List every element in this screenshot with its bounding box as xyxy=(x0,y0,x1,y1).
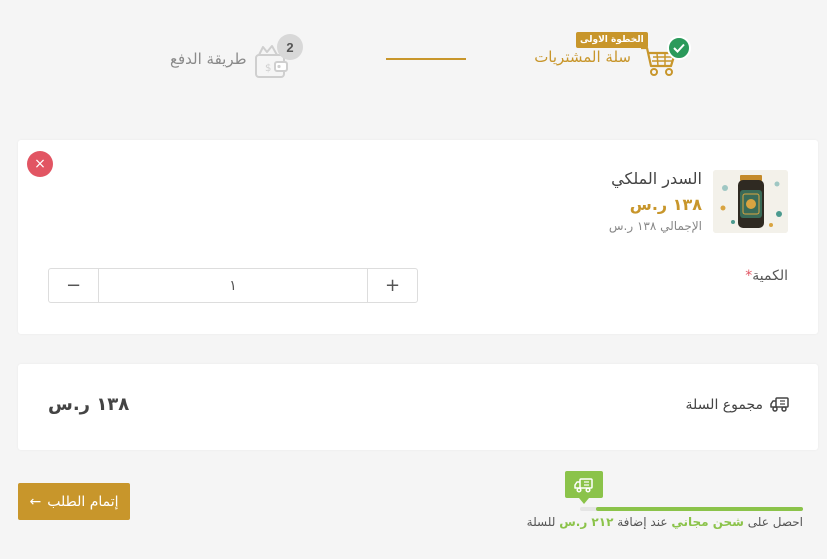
step-cart[interactable]: الخطوة الاولى سلة المشتريات xyxy=(534,30,694,85)
remove-item-button[interactable]: × xyxy=(27,151,53,177)
shipping-text-part1: احصل على xyxy=(747,515,803,529)
shipping-truck-icon xyxy=(770,397,789,412)
complete-order-button[interactable]: إتمام الطلب ← xyxy=(18,483,130,520)
step-connector xyxy=(386,58,466,60)
shipping-text-part3: للسلة xyxy=(526,515,556,529)
quantity-label-text: الكمية xyxy=(752,268,788,284)
delivery-truck-icon xyxy=(574,477,593,493)
step-payment-label: طريقة الدفع xyxy=(170,50,247,68)
product-image[interactable] xyxy=(713,170,788,233)
product-jar-illustration xyxy=(713,170,788,233)
step-payment[interactable]: طريقة الدفع $ 2 xyxy=(160,30,310,85)
arrow-left-icon: ← xyxy=(29,493,42,510)
complete-order-label: إتمام الطلب xyxy=(47,493,119,510)
cart-summary-card: مجموع السلة ١٣٨ ر.س xyxy=(18,364,818,450)
cart-item-card: × السدر الملكي ١٣٨ ر.س الإجمالي ١٣٨ ر.س … xyxy=(18,140,818,334)
shipping-text-part2: عند إضافة xyxy=(617,515,668,529)
free-shipping-message: احصل على شحن مجاني عند إضافة ٢١٢ ر.س للس… xyxy=(527,515,803,529)
product-total: الإجمالي ١٣٨ ر.س xyxy=(608,219,702,233)
step-cart-label: سلة المشتريات xyxy=(534,48,631,66)
quantity-stepper: − + xyxy=(48,268,418,303)
increase-quantity-button[interactable]: + xyxy=(368,269,417,302)
cart-total-value: ١٣٨ ر.س xyxy=(48,394,130,415)
product-price: ١٣٨ ر.س xyxy=(629,195,702,214)
checkout-stepper: الخطوة الاولى سلة المشتريات طريقة الدفع … xyxy=(0,0,827,110)
quantity-label: الكمية* xyxy=(745,268,788,284)
free-shipping-progress-fill xyxy=(595,507,803,511)
remaining-amount: ٢١٢ ر.س xyxy=(559,515,614,529)
svg-text:$: $ xyxy=(265,63,271,74)
decrease-quantity-button[interactable]: − xyxy=(49,269,98,302)
product-name[interactable]: السدر الملكي xyxy=(611,169,702,188)
check-icon xyxy=(667,36,691,60)
step-badge: الخطوة الاولى xyxy=(576,32,648,48)
cart-total-label: مجموع السلة xyxy=(685,397,763,413)
free-shipping-progress xyxy=(580,507,803,511)
step-number: 2 xyxy=(277,34,303,60)
free-shipping-badge xyxy=(565,471,603,504)
quantity-input[interactable] xyxy=(98,269,368,302)
free-shipping-highlight: شحن مجاني xyxy=(671,515,744,529)
